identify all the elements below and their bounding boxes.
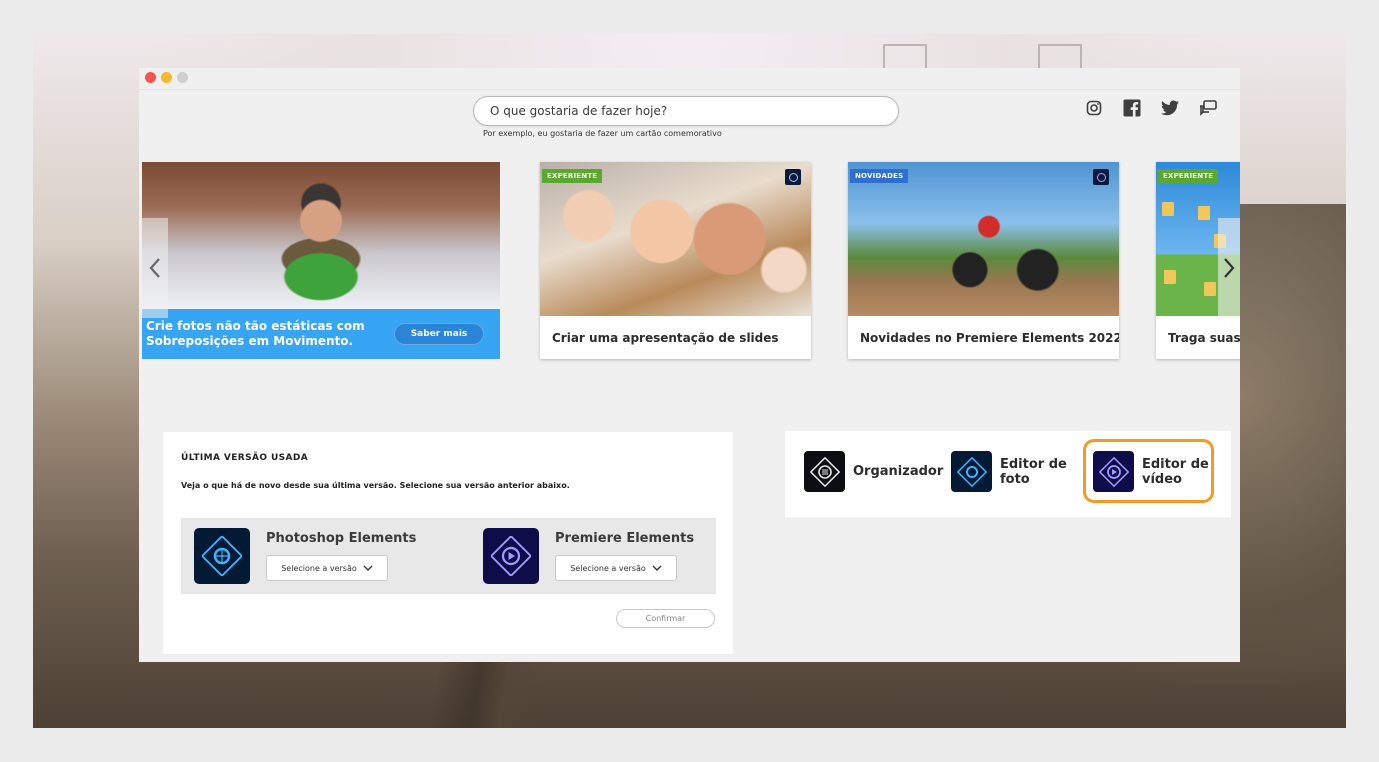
premiere-elements-icon xyxy=(1093,169,1109,185)
hero-caption: Crie fotos não tão estáticas com Sobrepo… xyxy=(146,319,365,348)
select-value: Selecione a versão xyxy=(281,563,357,573)
facebook-icon[interactable] xyxy=(1122,98,1142,118)
folder-icon xyxy=(1162,202,1174,216)
titlebar-divider xyxy=(139,89,1240,90)
card-image xyxy=(848,162,1119,316)
card-caption: Traga suas f xyxy=(1168,330,1240,345)
photo-editor-label: Editor de foto xyxy=(1000,457,1067,487)
close-window-button[interactable] xyxy=(145,72,156,83)
learn-more-button[interactable]: Saber mais xyxy=(394,323,484,345)
hero-caption-bar: Crie fotos não tão estáticas com Sobrepo… xyxy=(142,309,500,359)
video-editor-icon xyxy=(1093,451,1134,492)
last-version-panel: ÚLTIMA VERSÃO USADA Veja o que há de nov… xyxy=(163,432,733,654)
photo-editor-icon xyxy=(951,451,992,492)
product-premiere-elements: Premiere Elements Selecione a versão xyxy=(483,528,694,584)
label-line: Editor de xyxy=(1000,456,1067,472)
confirm-button[interactable]: Confirmar xyxy=(616,609,715,628)
chat-icon[interactable] xyxy=(1198,98,1218,118)
card-image xyxy=(540,162,811,316)
product-name: Photoshop Elements xyxy=(266,531,417,546)
product-list: Photoshop Elements Selecione a versão Pr… xyxy=(181,518,716,594)
social-links xyxy=(1084,98,1218,118)
card-badge: EXPERIENTE xyxy=(1158,169,1219,183)
premiere-elements-icon xyxy=(483,528,539,584)
minimize-window-button[interactable] xyxy=(161,72,172,83)
carousel-card-slideshow[interactable]: EXPERIENTE Criar uma apresentação de sli… xyxy=(540,162,811,359)
chevron-left-icon xyxy=(149,258,160,278)
search-input[interactable] xyxy=(473,96,899,126)
hero-card[interactable]: Crie fotos não tão estáticas com Sobrepo… xyxy=(142,162,500,359)
version-select-premiere[interactable]: Selecione a versão xyxy=(555,555,677,581)
carousel-prev-button[interactable] xyxy=(142,218,168,318)
folder-icon xyxy=(1198,206,1210,220)
video-editor-label: Editor de vídeo xyxy=(1142,457,1209,487)
photoshop-elements-icon xyxy=(785,169,801,185)
card-caption: Criar uma apresentação de slides xyxy=(552,330,779,345)
label-line: Editor de xyxy=(1142,456,1209,472)
panel-description: Veja o que há de novo desde sua última v… xyxy=(181,481,570,490)
organizer-button[interactable]: Organizador xyxy=(804,451,943,492)
folder-icon xyxy=(1164,270,1176,284)
organizer-label: Organizador xyxy=(853,464,944,479)
search-area: Por exemplo, eu gostaria de fazer um car… xyxy=(473,96,899,138)
card-caption: Novidades no Premiere Elements 2022! xyxy=(860,330,1119,345)
app-window: Por exemplo, eu gostaria de fazer um car… xyxy=(139,68,1240,662)
carousel-card-news[interactable]: NOVIDADES Novidades no Premiere Elements… xyxy=(848,162,1119,359)
select-value: Selecione a versão xyxy=(570,563,646,573)
card-badge: NOVIDADES xyxy=(850,169,909,183)
window-controls xyxy=(145,72,188,83)
card-badge: EXPERIENTE xyxy=(542,169,603,183)
chevron-down-icon xyxy=(652,565,662,571)
product-photoshop-elements: Photoshop Elements Selecione a versão xyxy=(194,528,416,584)
product-name: Premiere Elements xyxy=(555,531,695,546)
maximize-window-button[interactable] xyxy=(177,72,188,83)
instagram-icon[interactable] xyxy=(1084,98,1104,118)
version-select-photoshop[interactable]: Selecione a versão xyxy=(266,555,388,581)
twitter-icon[interactable] xyxy=(1160,98,1180,118)
chevron-down-icon xyxy=(363,565,373,571)
tutorial-carousel: Crie fotos não tão estáticas com Sobrepo… xyxy=(139,162,1240,362)
label-line: foto xyxy=(1000,471,1030,487)
photoshop-elements-icon xyxy=(194,528,250,584)
carousel-next-button[interactable] xyxy=(1218,218,1240,318)
panel-title: ÚLTIMA VERSÃO USADA xyxy=(181,453,309,463)
video-editor-button[interactable]: Editor de vídeo xyxy=(1093,451,1209,492)
hero-image xyxy=(142,162,500,309)
chevron-right-icon xyxy=(1224,258,1235,278)
organizer-icon xyxy=(804,451,845,492)
search-hint: Por exemplo, eu gostaria de fazer um car… xyxy=(483,129,722,138)
app-launcher: Organizador Editor de foto Editor de vídeo xyxy=(785,431,1231,517)
label-line: vídeo xyxy=(1142,471,1182,487)
photo-editor-button[interactable]: Editor de foto xyxy=(951,451,1067,492)
folder-icon xyxy=(1204,282,1216,296)
